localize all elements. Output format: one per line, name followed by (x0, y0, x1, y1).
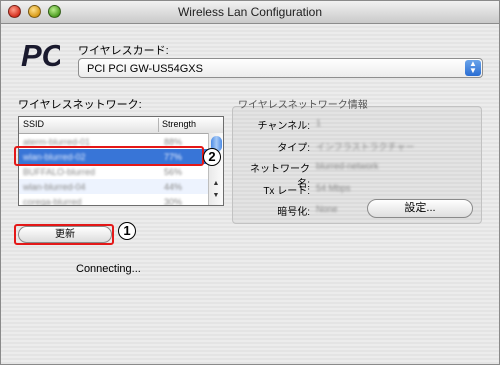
column-divider (158, 118, 159, 132)
select-arrows-icon: ▲ ▼ (465, 60, 481, 76)
row-strength: 56% (164, 167, 183, 177)
svg-text:PCi: PCi (21, 38, 60, 72)
encryption-label: 暗号化: (277, 207, 310, 218)
network-info-label: ワイヤレスネットワーク情報 (238, 100, 368, 111)
tx-rate-label: Tx レート: (263, 186, 310, 197)
row-ssid: corega-blurred (23, 197, 82, 206)
highlight-refresh-button (14, 224, 114, 245)
row-strength: 44% (164, 182, 183, 192)
wireless-card-select[interactable]: PCI PCI GW-US54GXS ▲ ▼ (78, 58, 483, 78)
tx-rate-value: 54 Mbps (316, 183, 351, 193)
encryption-value: None (316, 204, 338, 214)
column-ssid[interactable]: SSID (23, 119, 44, 129)
wireless-card-label: ワイヤレスカード: (78, 45, 169, 57)
settings-button[interactable]: 設定... (367, 199, 473, 218)
column-strength[interactable]: Strength (162, 119, 196, 129)
callout-1: 1 (118, 222, 136, 240)
table-row[interactable]: corega-blurred 30% (19, 194, 209, 206)
table-row[interactable]: wlan-blurred-04 44% (19, 179, 209, 194)
row-ssid: BUFFALO-blurred (23, 167, 96, 177)
channel-label: チャンネル: (257, 121, 310, 132)
row-strength: 30% (164, 197, 183, 206)
network-name-value: blurred-network (316, 161, 379, 171)
table-header: SSID Strength (19, 117, 223, 134)
connection-status: Connecting... (76, 263, 141, 275)
type-value: インフラストラクチャー (316, 142, 415, 152)
wireless-card-value: PCI PCI GW-US54GXS (87, 63, 203, 75)
channel-value: 1 (316, 118, 322, 128)
table-row[interactable]: BUFFALO-blurred 56% (19, 164, 209, 179)
pci-logo: PCi (21, 38, 60, 72)
scroll-up-arrow-icon[interactable]: ▲ (211, 179, 221, 189)
highlight-selected-network (14, 146, 204, 166)
type-label: タイプ: (277, 143, 310, 154)
scroll-down-arrow-icon[interactable]: ▼ (211, 191, 221, 201)
table-scrollbar[interactable]: ▲ ▼ (208, 133, 223, 205)
window-title: Wireless Lan Configuration (177, 5, 323, 19)
wireless-network-label: ワイヤレスネットワーク: (18, 99, 142, 111)
title-bar: Wireless Lan Configuration (1, 1, 499, 24)
row-ssid: wlan-blurred-04 (23, 182, 86, 192)
callout-2: 2 (203, 148, 221, 166)
